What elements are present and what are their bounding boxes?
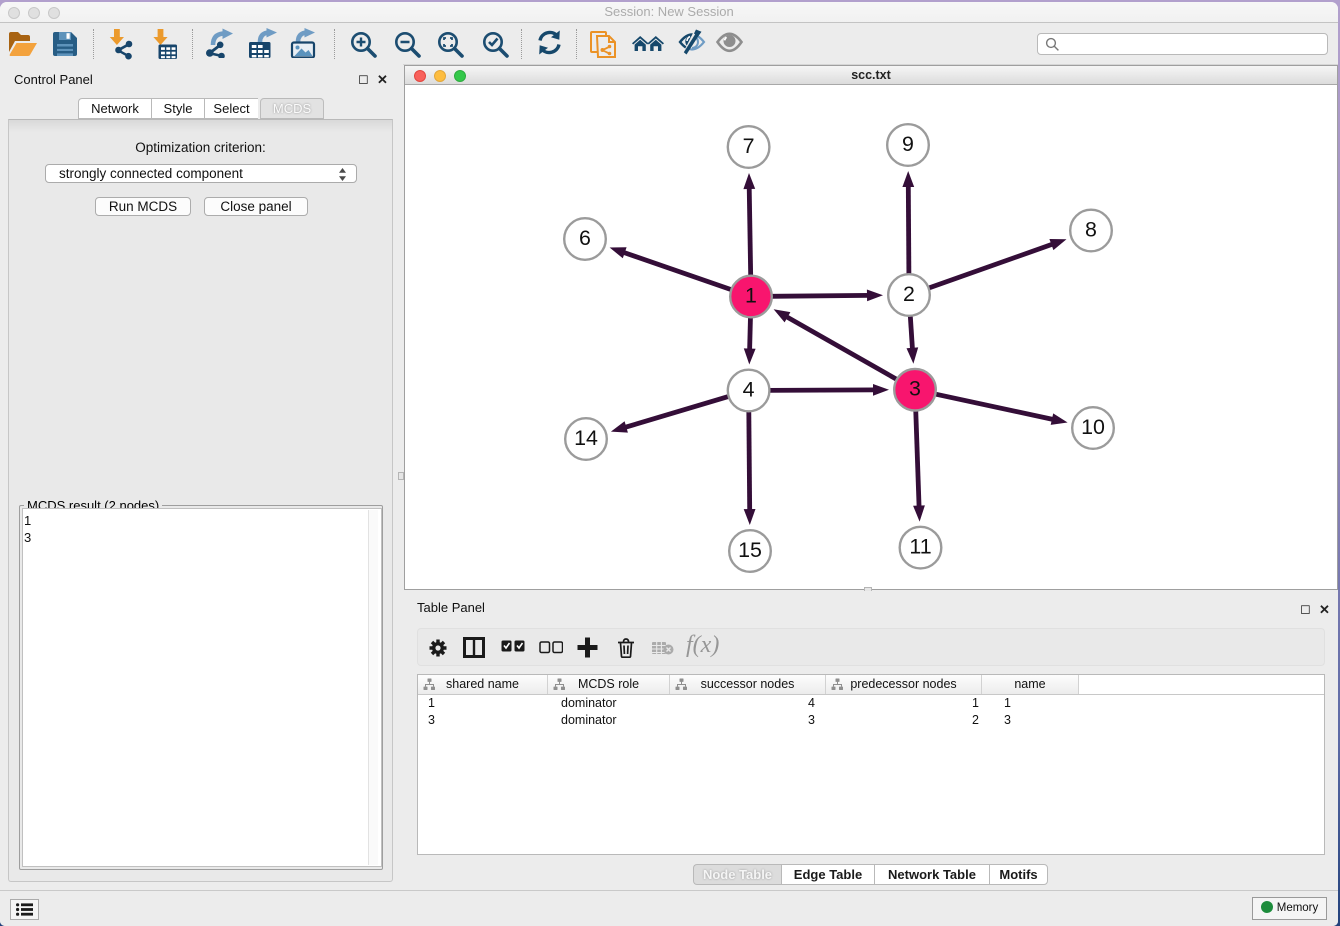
svg-text:15: 15	[738, 538, 762, 562]
svg-text:14: 14	[574, 426, 598, 450]
svg-text:3: 3	[909, 377, 921, 401]
svg-text:6: 6	[579, 226, 591, 250]
svg-text:8: 8	[1085, 217, 1097, 241]
svg-text:11: 11	[909, 535, 931, 559]
svg-text:10: 10	[1081, 415, 1105, 439]
svg-text:4: 4	[743, 377, 755, 401]
svg-text:1: 1	[745, 283, 757, 307]
svg-text:2: 2	[903, 282, 915, 306]
svg-text:7: 7	[743, 134, 755, 158]
svg-text:9: 9	[902, 132, 914, 156]
